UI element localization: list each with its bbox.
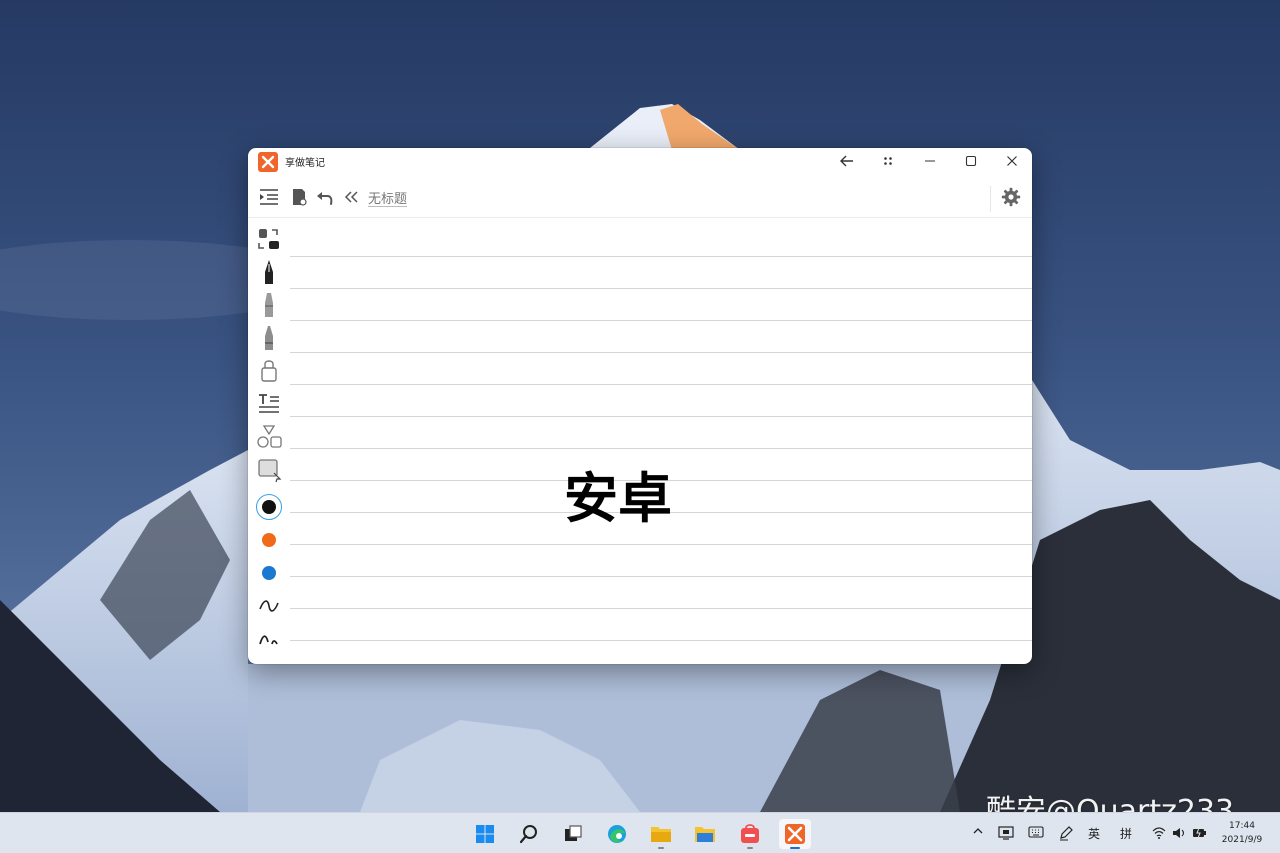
store-icon: [741, 824, 759, 843]
screen-button[interactable]: [998, 826, 1014, 843]
double-chevron-left-icon: [344, 191, 358, 203]
speaker-icon: [1173, 828, 1185, 838]
toolbar-divider: [990, 186, 991, 212]
text-tool[interactable]: [254, 389, 284, 419]
clock-time: 17:44: [1229, 821, 1255, 831]
blue-swatch: [262, 566, 276, 580]
app-title: 享做笔记: [285, 158, 325, 169]
task-view-icon: [565, 825, 582, 841]
wave-stroke-small-icon: [259, 635, 278, 645]
stroke-style-wave[interactable]: [254, 591, 284, 621]
stroke-style-wave-small[interactable]: [254, 624, 284, 654]
wifi-icon: [1152, 827, 1166, 839]
store-button[interactable]: [734, 819, 766, 849]
compact-mode-button[interactable]: [868, 148, 908, 174]
app-logo-icon: [258, 152, 278, 172]
start-button[interactable]: [469, 819, 501, 849]
shapes-tool[interactable]: [254, 422, 284, 452]
handwriting-ink: 安卓: [564, 466, 672, 530]
arrow-left-icon: [840, 155, 853, 167]
pen-menu-button[interactable]: [1058, 825, 1074, 844]
tool-palette: [254, 224, 284, 654]
highlighter-icon: [265, 326, 273, 350]
battery-button[interactable]: [1192, 826, 1208, 843]
shapes-icon: [257, 425, 282, 448]
sidebar-toggle-button[interactable]: [256, 186, 282, 208]
screen-icon: [998, 826, 1014, 840]
notes-app-window: 享做笔记 无标题 安卓: [248, 148, 1032, 664]
notebook-icon: [293, 189, 307, 206]
network-button[interactable]: [1152, 827, 1166, 842]
file-explorer-button[interactable]: [645, 819, 677, 849]
active-indicator: [790, 847, 800, 849]
search-button[interactable]: [513, 819, 545, 849]
maximize-button[interactable]: [951, 148, 991, 174]
touch-keyboard-button[interactable]: [1028, 826, 1044, 841]
notes-app-icon: [785, 824, 805, 844]
eraser-tool[interactable]: [254, 356, 284, 386]
orange-swatch: [262, 533, 276, 547]
lasso-select-icon: [258, 459, 282, 483]
tray-overflow-button[interactable]: [972, 825, 984, 840]
indent-menu-icon: [260, 189, 278, 205]
note-toolbar: 无标题: [248, 178, 1032, 218]
close-button[interactable]: [992, 148, 1032, 174]
undo-icon: [317, 192, 333, 205]
highlighter-tool[interactable]: [254, 323, 284, 353]
file-explorer-icon: [651, 827, 671, 842]
start-icon: [476, 825, 494, 843]
marker-tool[interactable]: [254, 290, 284, 320]
text-tool-icon: [259, 394, 279, 413]
color-orange[interactable]: [254, 525, 284, 555]
color-blue[interactable]: [254, 558, 284, 588]
wave-stroke-icon: [259, 600, 279, 612]
ime-mode-indicator[interactable]: 拼: [1120, 825, 1132, 842]
minimize-button[interactable]: [910, 148, 950, 174]
edge-button[interactable]: [601, 819, 633, 849]
edge-icon: [608, 825, 626, 843]
task-view-button[interactable]: [557, 819, 589, 849]
pen-icon: [1060, 826, 1073, 841]
running-indicator: [658, 847, 664, 849]
search-icon: [519, 825, 537, 844]
taskbar: 英 拼 17:44 2021/9/9: [0, 812, 1280, 853]
maximize-icon: [965, 155, 977, 167]
chevron-up-icon: [973, 828, 983, 834]
fountain-pen-icon: [265, 260, 273, 284]
marker-icon: [265, 293, 273, 317]
black-swatch: [262, 500, 276, 514]
ruled-writing-canvas[interactable]: 安卓: [290, 219, 1032, 664]
eraser-icon: [261, 360, 277, 382]
undo-button[interactable]: [312, 186, 338, 208]
color-black[interactable]: [254, 492, 284, 522]
gear-icon: [1001, 187, 1021, 207]
collapse-button[interactable]: [338, 186, 364, 208]
layout-toggle-icon: [258, 229, 279, 249]
folder-icon: [695, 827, 715, 842]
dots-grid-icon: [884, 157, 892, 165]
keyboard-icon: [1028, 826, 1044, 838]
clock-date: 2021/9/9: [1221, 835, 1263, 845]
input-language-indicator[interactable]: 英: [1088, 825, 1100, 842]
notes-app-taskbar-button[interactable]: [779, 819, 811, 849]
folder-button[interactable]: [689, 819, 721, 849]
close-icon: [1007, 156, 1017, 166]
minimize-icon: [925, 160, 935, 162]
running-indicator: [747, 847, 753, 849]
back-button[interactable]: [827, 148, 867, 174]
system-clock[interactable]: 17:44 2021/9/9: [1210, 819, 1274, 847]
fountain-pen-tool[interactable]: [254, 257, 284, 287]
note-title[interactable]: 无标题: [368, 188, 407, 207]
volume-button[interactable]: [1172, 826, 1186, 843]
layout-toggle-tool[interactable]: [254, 224, 284, 254]
title-bar[interactable]: 享做笔记: [248, 148, 1032, 174]
settings-button[interactable]: [998, 186, 1024, 208]
notebook-button[interactable]: [286, 186, 312, 208]
lasso-select-tool[interactable]: [254, 455, 284, 485]
handwriting-text: 安卓: [564, 466, 672, 530]
battery-charging-icon: [1193, 827, 1206, 839]
selected-color-ring: [256, 494, 282, 520]
